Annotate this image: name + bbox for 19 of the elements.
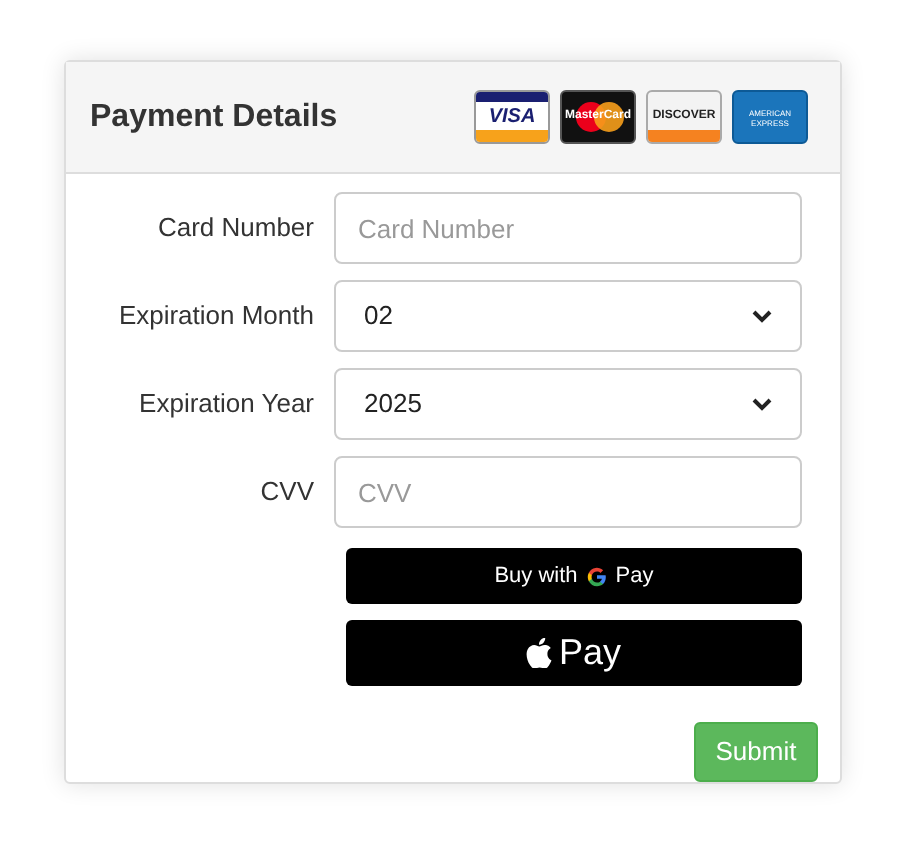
g-logo-icon xyxy=(585,565,608,587)
button-text: Buy with xyxy=(494,561,578,592)
field-label: Expiration Month xyxy=(116,298,314,335)
field-label: CVV xyxy=(258,474,314,511)
chevron-down-icon xyxy=(752,309,772,323)
text-field[interactable]: CVV xyxy=(334,456,802,528)
text-field[interactable]: Card Number xyxy=(334,192,802,264)
select-field[interactable]: 02 xyxy=(334,280,802,352)
card-logo-icon: VISA xyxy=(474,90,550,144)
select-field[interactable]: 2025 xyxy=(334,368,802,440)
field-label: Card Number xyxy=(155,210,314,247)
apple-pay-button[interactable]: Pay xyxy=(346,620,802,686)
button-text: Pay xyxy=(558,630,622,676)
button-text: Pay xyxy=(615,561,654,592)
google-pay-button[interactable]: Buy with Pay xyxy=(346,548,802,604)
chevron-down-icon xyxy=(752,397,772,411)
panel-title: Payment Details xyxy=(90,97,338,137)
apple-icon xyxy=(526,638,553,668)
field-label: Expiration Year xyxy=(137,386,314,423)
